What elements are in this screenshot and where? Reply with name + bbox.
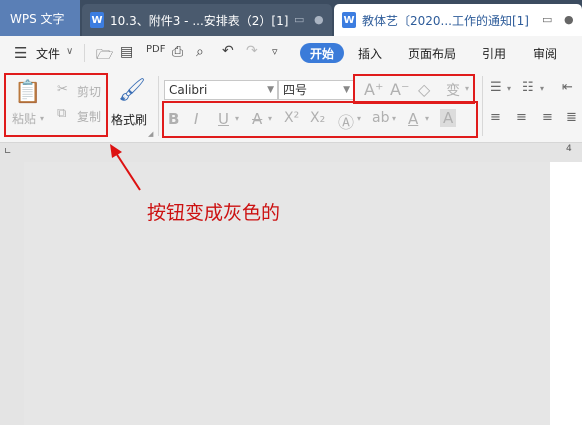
chevron-down-icon[interactable]: ▾	[507, 84, 511, 93]
annotation-arrow-icon	[110, 144, 141, 191]
tab-wps-home[interactable]: WPS 文字	[0, 0, 80, 36]
chevron-down-icon: ▼	[343, 85, 350, 95]
chevron-down-icon[interactable]: ∨	[66, 46, 73, 57]
font-size-value: 四号	[283, 83, 308, 97]
open-folder-icon[interactable]: 🗁	[96, 44, 113, 68]
ribbon-toolbar: 📋 粘贴 ▾ ✂ 剪切 ⧉ 复制 🖌 格式刷 Calibri ▼ 四号 ▼ A⁺…	[0, 70, 582, 143]
undo-icon[interactable]: ↶	[222, 43, 234, 59]
print-icon[interactable]: ⎙	[172, 44, 183, 60]
word-doc-icon: W	[342, 12, 356, 28]
decrease-indent-icon[interactable]: ⇤	[562, 80, 573, 95]
format-painter-button[interactable]: 格式刷	[111, 111, 147, 128]
align-left-icon[interactable]: ≡	[490, 110, 501, 125]
annotation-text: 按钮变成灰色的	[147, 202, 281, 224]
save-icon[interactable]: ▤	[120, 44, 133, 60]
word-doc-icon: W	[90, 12, 104, 28]
divider	[482, 76, 483, 136]
tab-insert[interactable]: 插入	[358, 45, 382, 62]
divider	[158, 76, 159, 136]
font-size-select[interactable]: 四号 ▼	[278, 80, 354, 100]
tab-review[interactable]: 审阅	[533, 45, 557, 62]
document-page[interactable]	[24, 162, 550, 425]
bullet-list-icon[interactable]: ☰	[490, 80, 502, 95]
highlight-box-clipboard	[4, 73, 108, 137]
window-restore-icon[interactable]: ▭	[542, 13, 552, 26]
tab-document-2-label: 教体艺〔2020...工作的通知[1]	[362, 13, 529, 28]
ruler-number: 4	[566, 144, 572, 154]
align-right-icon[interactable]: ≡	[542, 110, 553, 125]
tab-document-1[interactable]: W 10.3、附件3 - ...安排表（2）[1] ▭ ●	[82, 4, 332, 36]
tab-document-2[interactable]: W 教体艺〔2020...工作的通知[1] ▭ ●	[334, 4, 582, 36]
chevron-down-icon: ▼	[267, 85, 274, 95]
ruler: ∟ 4	[0, 143, 582, 159]
font-name-select[interactable]: Calibri ▼	[164, 80, 278, 100]
tab-wps-label: WPS 文字	[10, 11, 65, 26]
hamburger-menu-icon[interactable]: ☰	[14, 44, 27, 62]
tab-document-1-label: 10.3、附件3 - ...安排表（2）[1]	[110, 13, 289, 28]
tab-stop-icon[interactable]: ∟	[4, 147, 12, 157]
highlight-box-font-format	[162, 101, 478, 138]
align-center-icon[interactable]: ≡	[516, 110, 527, 125]
menu-file[interactable]: 文件	[36, 45, 60, 62]
title-tab-bar: WPS 文字 W 10.3、附件3 - ...安排表（2）[1] ▭ ● W 教…	[0, 0, 582, 36]
tab-reference[interactable]: 引用	[482, 45, 506, 62]
numbered-list-icon[interactable]: ☷	[522, 80, 534, 95]
window-restore-icon[interactable]: ▭	[294, 13, 304, 26]
more-dropdown-icon[interactable]: ▿	[272, 45, 278, 58]
format-painter-icon[interactable]: 🖌	[118, 78, 146, 103]
redo-icon[interactable]: ↷	[246, 43, 258, 59]
font-name-value: Calibri	[169, 83, 208, 97]
unsaved-dot-icon[interactable]: ●	[564, 13, 574, 26]
dialog-launcher-icon[interactable]: ◢	[148, 130, 153, 138]
divider	[84, 44, 85, 62]
tab-start[interactable]: 开始	[300, 43, 344, 63]
export-pdf-icon[interactable]: PDF	[146, 44, 165, 55]
print-preview-icon[interactable]: ⌕	[196, 44, 204, 60]
right-margin-area	[550, 162, 582, 425]
highlight-box-font-size	[353, 74, 475, 104]
chevron-down-icon[interactable]: ▾	[540, 84, 544, 93]
unsaved-dot-icon[interactable]: ●	[314, 13, 324, 26]
justify-icon[interactable]: ≣	[566, 110, 577, 125]
menu-bar: ☰ 文件 ∨ 🗁 ▤ PDF ⎙ ⌕ ↶ ↷ ▿ 开始 插入 页面布局 引用 审…	[0, 36, 582, 70]
tab-page-layout[interactable]: 页面布局	[408, 45, 456, 62]
